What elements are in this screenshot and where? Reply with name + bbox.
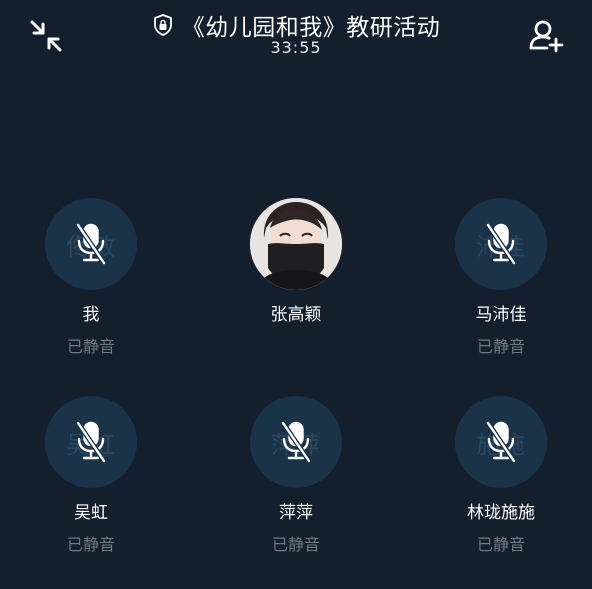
participant-name: 我 xyxy=(82,305,100,325)
participant-tile[interactable]: 萍萍 萍萍 已静音 xyxy=(221,396,371,556)
participant-name: 张高颖 xyxy=(270,305,322,325)
participant-tile[interactable]: 佟敏 我 已静音 xyxy=(16,198,166,358)
avatar: 沛佳 xyxy=(455,198,547,290)
participant-tile[interactable]: 张高颖 xyxy=(221,198,371,358)
mic-muted-icon xyxy=(75,222,107,266)
avatar xyxy=(250,198,342,290)
meeting-timer: 33:55 xyxy=(270,38,322,57)
lock-shield-icon xyxy=(152,13,174,37)
participant-status: 已静音 xyxy=(271,535,320,554)
title-row: 《幼儿园和我》教研活动 xyxy=(0,8,592,42)
avatar-photo xyxy=(250,198,342,290)
participant-name: 萍萍 xyxy=(279,503,313,523)
participant-status: 已静音 xyxy=(66,337,115,356)
mic-muted-icon xyxy=(485,420,517,464)
participant-tile[interactable]: 沛佳 马沛佳 已静音 xyxy=(426,198,576,358)
mic-muted-icon xyxy=(280,420,312,464)
participant-name: 林珑施施 xyxy=(467,503,535,523)
add-member-button[interactable] xyxy=(524,14,568,58)
mic-muted-icon xyxy=(485,222,517,266)
participant-tile[interactable]: 吴虹 吴虹 已静音 xyxy=(16,396,166,556)
avatar: 施施 xyxy=(455,396,547,488)
participant-name: 吴虹 xyxy=(74,503,108,523)
avatar: 吴虹 xyxy=(45,396,137,488)
participant-status: 已静音 xyxy=(66,535,115,554)
avatar: 佟敏 xyxy=(45,198,137,290)
top-bar: 《幼儿园和我》教研活动 33:55 xyxy=(0,0,592,70)
participant-tile[interactable]: 施施 林珑施施 已静音 xyxy=(426,396,576,556)
avatar: 萍萍 xyxy=(250,396,342,488)
participant-status: 已静音 xyxy=(476,337,525,356)
add-member-icon xyxy=(529,20,564,53)
mic-muted-icon xyxy=(75,420,107,464)
meeting-title: 《幼儿园和我》教研活动 xyxy=(181,15,441,41)
participant-status: 已静音 xyxy=(476,535,525,554)
participant-name: 马沛佳 xyxy=(475,305,527,325)
